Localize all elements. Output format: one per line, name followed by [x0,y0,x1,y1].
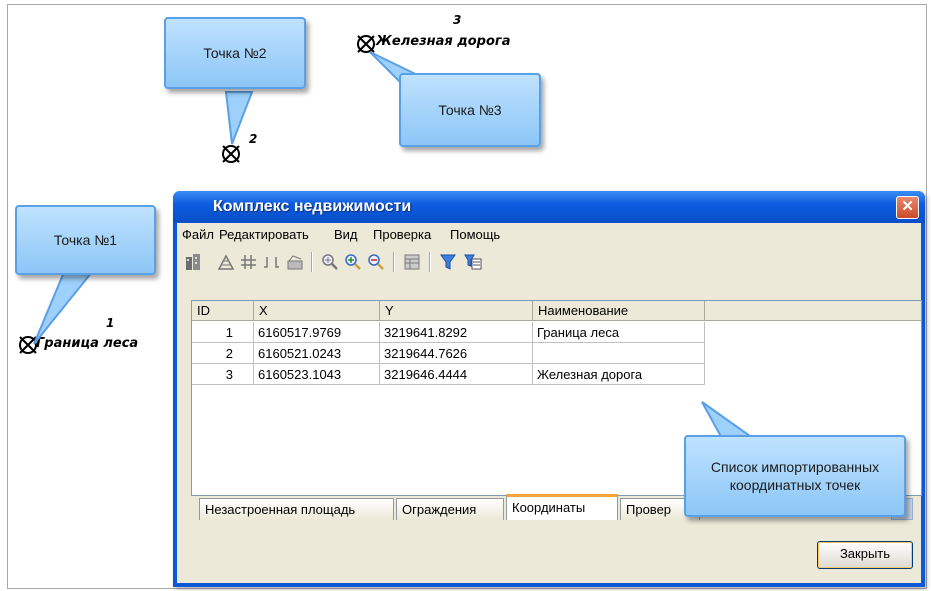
grid-icon[interactable] [238,251,260,273]
column-header-name[interactable]: Наименование [533,301,705,321]
table-icon[interactable] [401,251,423,273]
toolbar [177,247,921,277]
cell-name [533,343,705,364]
split-icon[interactable] [261,251,283,273]
menu-edit[interactable]: Редактировать [219,227,309,242]
toolbar-separator [311,252,313,272]
point-number-1: 1 [106,316,115,330]
callout-point1: Точка №1 [15,205,156,275]
zoom-extent-icon[interactable] [319,251,341,273]
close-button[interactable]: Закрыть [817,541,913,569]
window-title: Комплекс недвижимости [213,198,412,215]
column-header-x[interactable]: X [254,301,380,321]
tab-undeveloped-area[interactable]: Незастроенная площадь [199,498,394,520]
menu-help[interactable]: Помощь [450,227,500,242]
filter-settings-icon[interactable] [462,251,484,273]
cell-name: Железная дорога [533,364,705,385]
title-bar[interactable]: Комплекс недвижимости ✕ [173,191,925,223]
menu-bar: Файл Редактировать Вид Проверка Помощь [177,223,921,245]
callout-list: Список импортированных координатных точе… [684,435,906,517]
callout-point2-tail [224,91,254,145]
column-header-id[interactable]: ID [192,301,254,321]
window-client-area: Файл Редактировать Вид Проверка Помощь I… [177,223,922,583]
callout-point2: Точка №2 [164,17,306,89]
cell-id: 3 [192,364,254,385]
toolbar-separator [393,252,395,272]
building-icon[interactable] [182,251,204,273]
dialog-window: Комплекс недвижимости ✕ Файл Редактирова… [173,191,925,587]
cell-y: 3219646.4444 [380,364,533,385]
point-label-3: Железная дорога [376,34,511,49]
toolbar-separator [429,252,431,272]
column-header-y[interactable]: Y [380,301,533,321]
menu-view[interactable]: Вид [334,227,358,242]
area-icon[interactable] [284,251,306,273]
point-number-3: 3 [453,13,462,27]
menu-check[interactable]: Проверка [373,227,431,242]
cell-x: 6160521.0243 [254,343,380,364]
fence-icon[interactable] [215,251,237,273]
menu-file[interactable]: Файл [182,227,214,242]
cell-name: Граница леса [533,322,705,343]
cell-y: 3219644.7626 [380,343,533,364]
window-close-button[interactable]: ✕ [896,196,919,219]
cell-id: 1 [192,322,254,343]
zoom-in-icon[interactable] [342,251,364,273]
tab-fences[interactable]: Ограждения [396,498,504,520]
tab-coordinates[interactable]: Координаты [506,494,618,520]
zoom-out-icon[interactable] [365,251,387,273]
callout-point1-tail [33,271,95,345]
callout-point3: Точка №3 [399,73,541,147]
cell-x: 6160523.1043 [254,364,380,385]
filter-icon[interactable] [437,251,459,273]
column-header-filler [705,301,921,321]
cell-y: 3219641.8292 [380,322,533,343]
cell-x: 6160517.9769 [254,322,380,343]
cell-id: 2 [192,343,254,364]
